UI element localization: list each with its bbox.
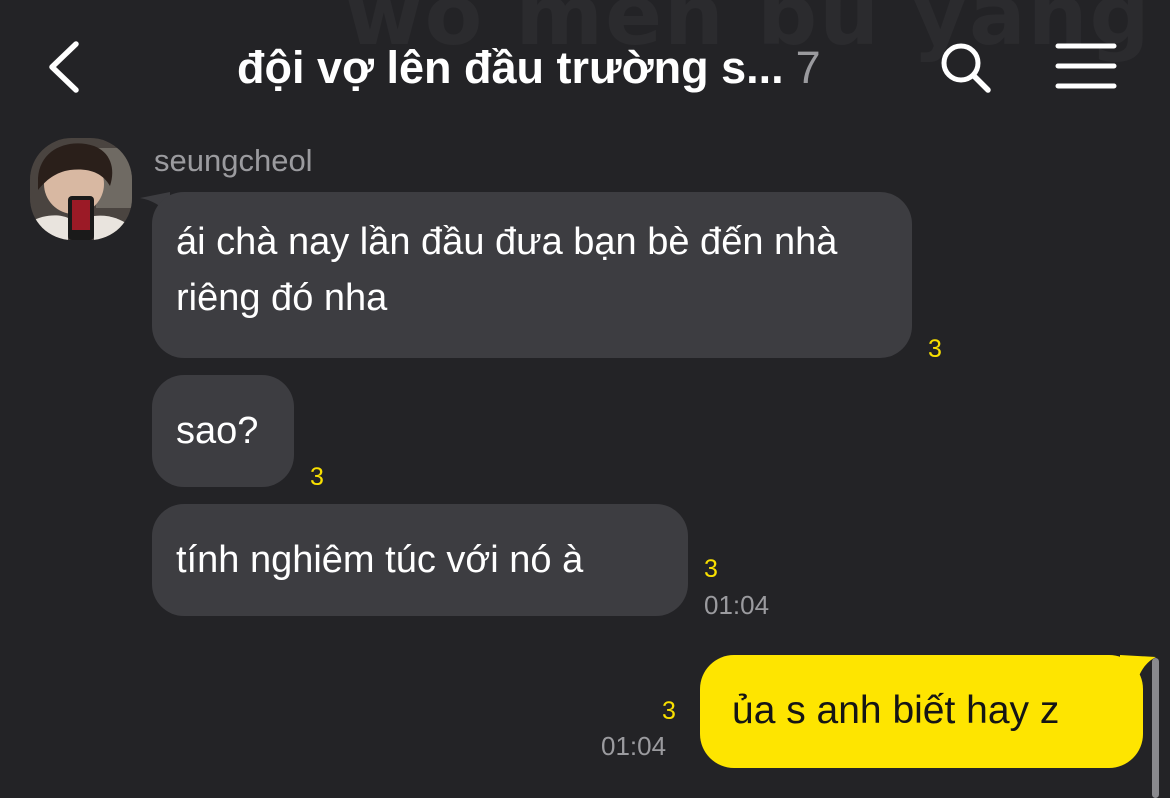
sender-name: seungcheol [154, 143, 313, 178]
incoming-message[interactable]: sao? [152, 375, 294, 487]
unread-count: 3 [310, 463, 324, 491]
menu-icon [1055, 43, 1117, 89]
profile-photo [30, 138, 132, 240]
incoming-message[interactable]: ái chà nay lần đầu đưa bạn bè đến nhà ri… [152, 192, 912, 358]
search-button[interactable] [936, 38, 996, 98]
outgoing-message[interactable]: ủa s anh biết hay z [700, 655, 1143, 768]
chevron-left-icon [49, 41, 79, 93]
unread-count: 3 [662, 697, 676, 725]
search-icon [941, 43, 991, 93]
message-time: 01:04 [704, 590, 770, 620]
message-time: 01:04 [601, 731, 667, 761]
chat-title[interactable]: đội vợ lên đầu trường s... 7 [237, 40, 821, 96]
unread-count: 3 [928, 335, 942, 363]
menu-button[interactable] [1054, 42, 1118, 90]
chat-room-name: đội vợ lên đầu trường s... [237, 42, 784, 93]
chat-header: đội vợ lên đầu trường s... 7 [0, 0, 1170, 130]
unread-count: 3 [704, 555, 718, 583]
scrollbar[interactable] [1152, 658, 1159, 798]
back-button[interactable] [40, 38, 94, 96]
incoming-message[interactable]: tính nghiêm túc với nó à [152, 504, 688, 616]
avatar[interactable] [30, 138, 132, 240]
member-count: 7 [795, 42, 821, 93]
